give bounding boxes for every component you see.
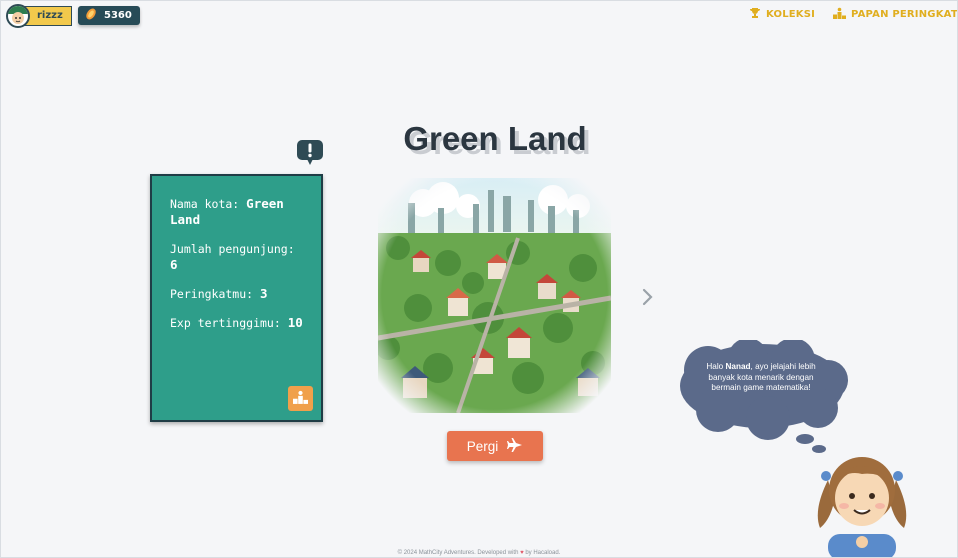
plane-icon — [507, 437, 523, 456]
footer: © 2024 MathCity Adventures. Developed wi… — [0, 550, 958, 556]
user-profile[interactable]: rizzz — [6, 4, 72, 28]
nav-collection-label: KOLEKSI — [766, 9, 816, 20]
info-label: Jumlah pengunjung: — [170, 242, 295, 256]
coin-icon — [84, 7, 98, 24]
info-city-name: Nama kota: Green Land — [170, 196, 303, 228]
info-label: Peringkatmu: — [170, 287, 261, 301]
leaderboard-button[interactable] — [288, 386, 313, 411]
speech-text: Halo — [706, 362, 726, 371]
info-value: 3 — [260, 286, 268, 301]
trophy-icon — [749, 7, 761, 22]
coin-count: 5360 — [104, 10, 132, 21]
nav-collection[interactable]: KOLEKSI — [749, 7, 815, 22]
avatar[interactable] — [6, 4, 30, 28]
coin-balance: 5360 — [78, 6, 140, 25]
podium-icon — [833, 7, 846, 22]
go-button-label: Pergi — [466, 438, 499, 454]
city-title: Green Land — [403, 120, 587, 157]
exclamation-icon[interactable] — [297, 140, 323, 165]
footer-text: © 2024 MathCity Adventures. Developed wi… — [397, 550, 521, 556]
thought-bubble-text: Halo Nanad, ayo jelajahi lebih banyak ko… — [702, 362, 820, 394]
city-info-card: Nama kota: Green Land Jumlah pengunjung:… — [150, 174, 323, 422]
username-label: rizzz — [24, 6, 72, 26]
info-value: 6 — [170, 257, 178, 272]
nav-leaderboard[interactable]: PAPAN PERINGKAT — [833, 7, 958, 22]
footer-text: by Hacaload. — [523, 550, 561, 556]
player-name: Nanad — [725, 362, 751, 371]
info-rank: Peringkatmu: 3 — [170, 286, 303, 302]
nav-leaderboard-label: PAPAN PERINGKAT — [851, 9, 958, 20]
info-label: Exp tertinggimu: — [170, 316, 288, 330]
info-value: 10 — [287, 315, 303, 330]
chevron-right-icon[interactable] — [640, 285, 656, 309]
thought-bubble — [680, 340, 848, 453]
info-visitors: Jumlah pengunjung: 6 — [170, 241, 303, 273]
go-button[interactable]: Pergi — [447, 431, 543, 461]
info-exp: Exp tertinggimu: 10 — [170, 315, 303, 331]
city-image — [378, 178, 611, 413]
info-label: Nama kota: — [170, 197, 247, 211]
podium-icon — [293, 390, 308, 407]
girl-character — [817, 457, 907, 558]
